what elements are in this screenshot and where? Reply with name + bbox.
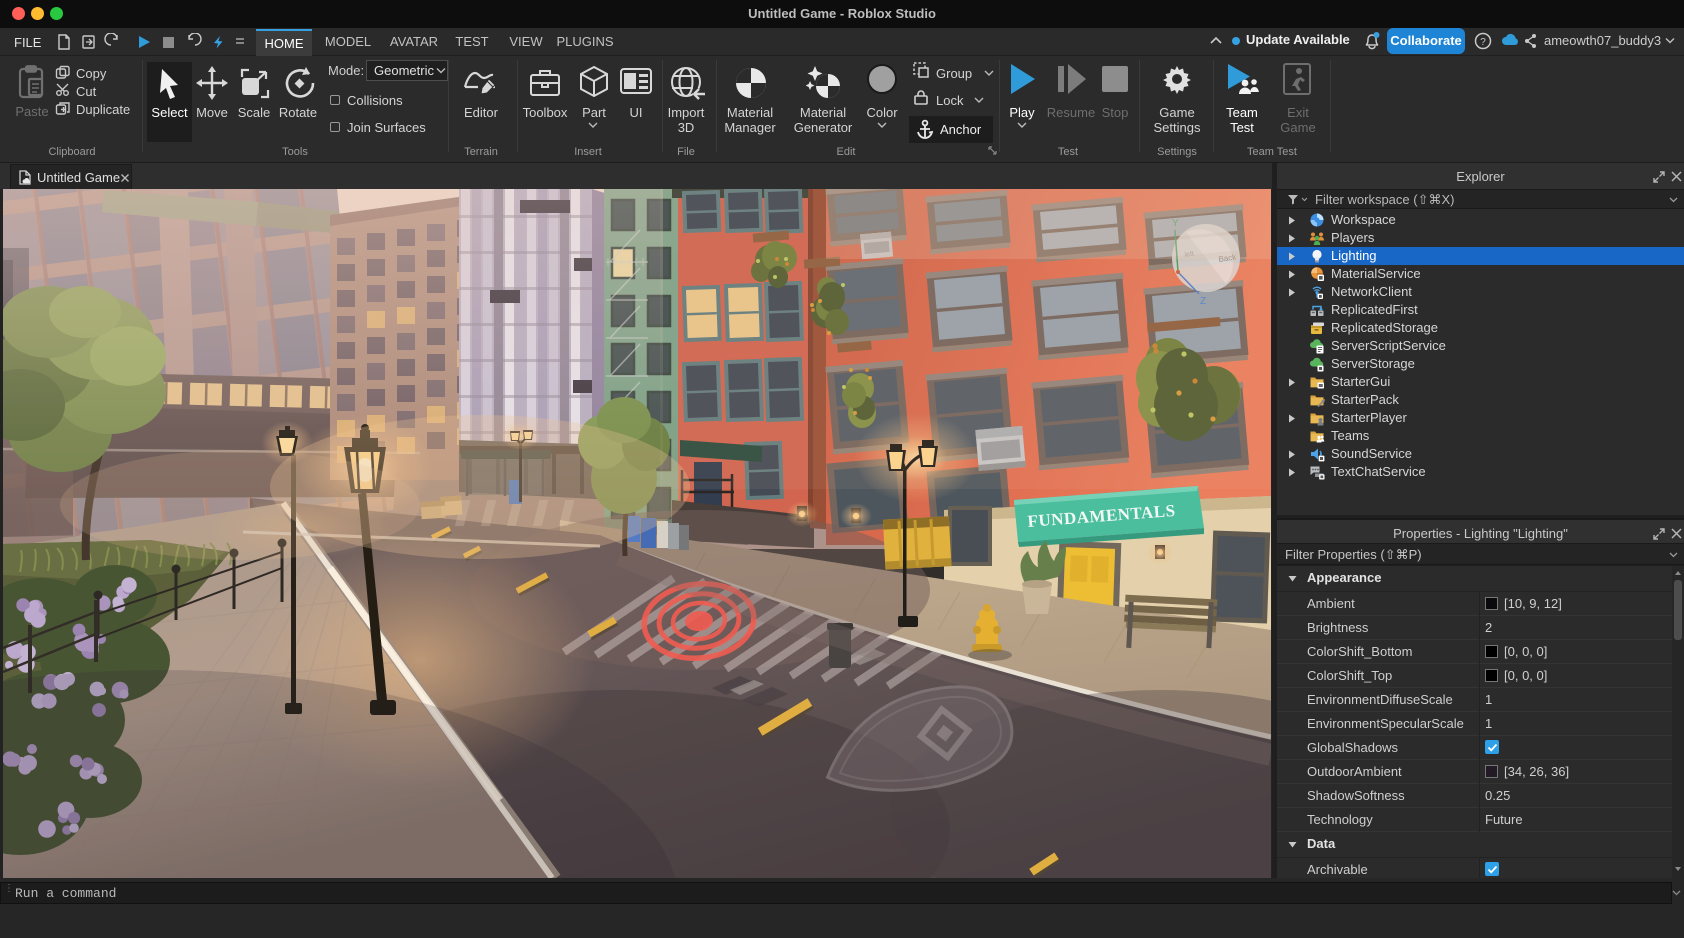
svg-text:?: ?: [1480, 37, 1486, 48]
